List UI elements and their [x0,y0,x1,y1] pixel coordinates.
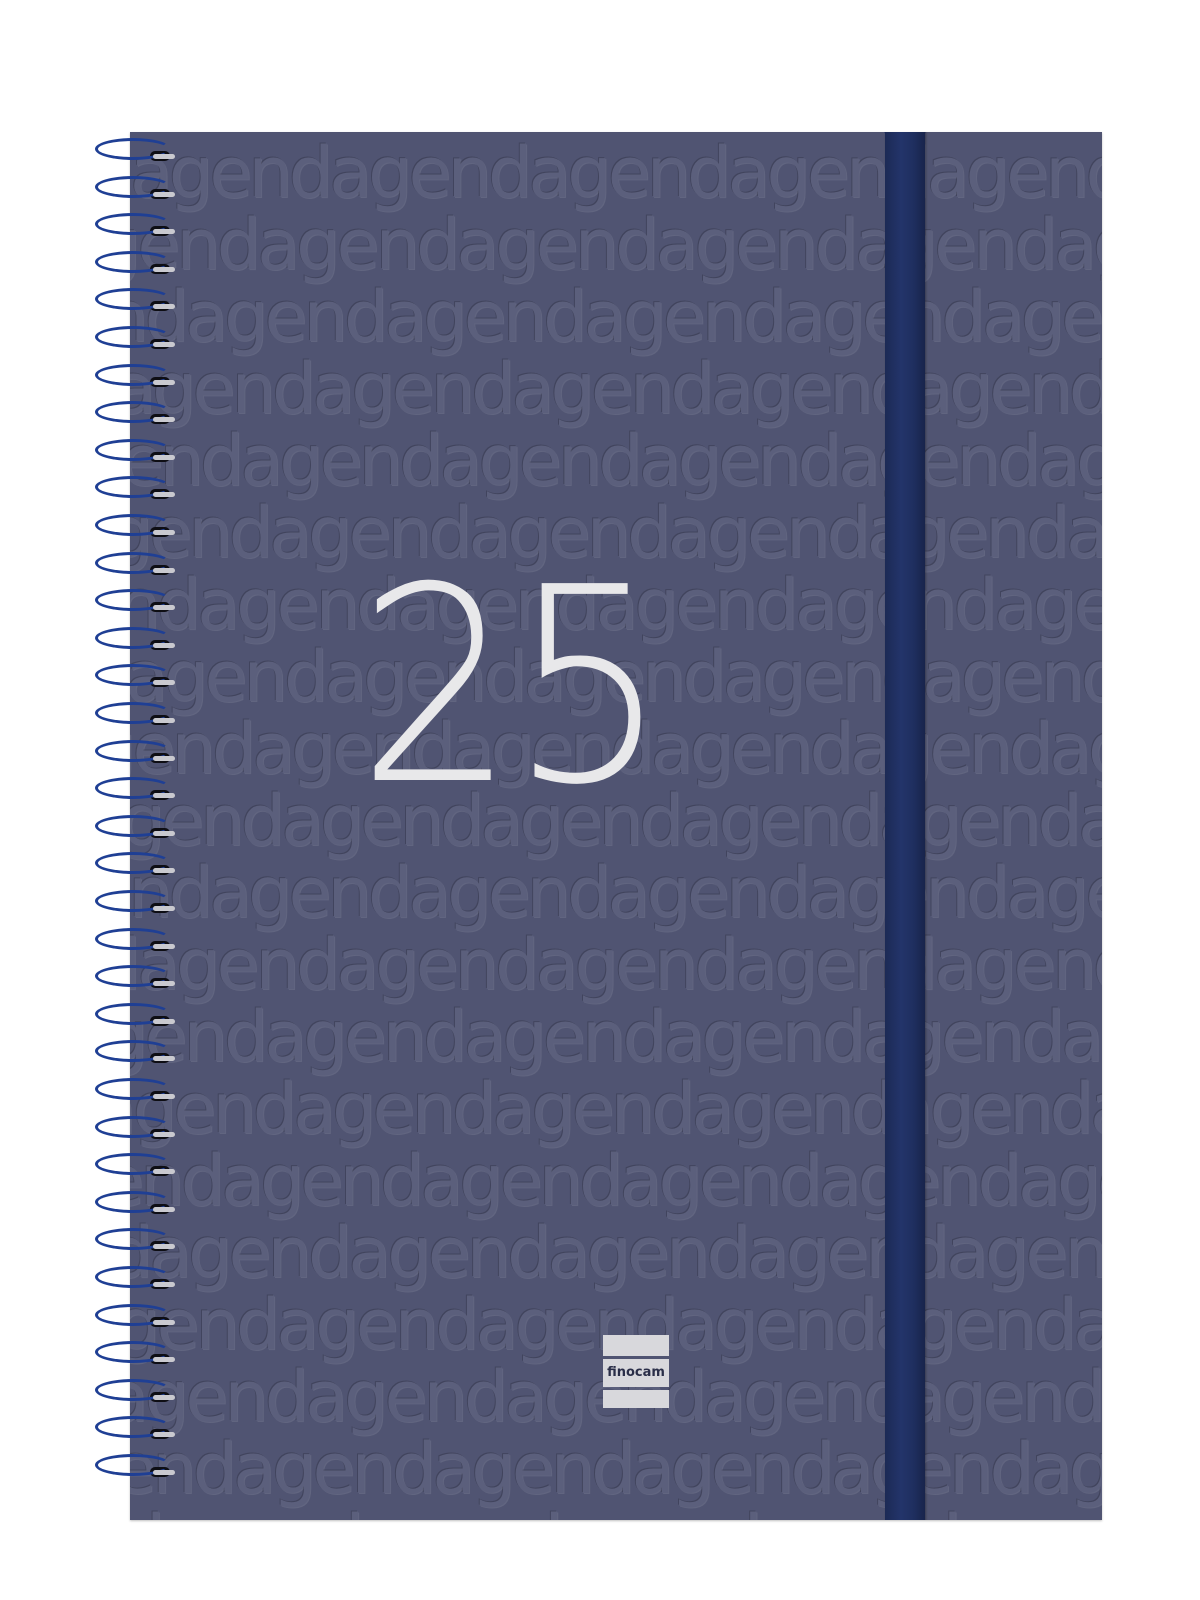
spiral-loop-tip [153,379,175,385]
spiral-loop-tip [153,718,175,723]
pattern-row: agendagendagendagendagendagendagendagend [130,348,1102,430]
spiral-loop-tip [153,492,175,498]
spiral-loop-tip [153,1206,175,1212]
spiral-loop-tip [153,1319,175,1325]
spiral-loop-tip [153,1394,175,1400]
spiral-loop-tip [153,154,175,159]
spiral-loop-tip [153,642,175,648]
logo-text: finocam [603,1359,669,1387]
spiral-loop-tip [153,1056,175,1062]
logo-bar-bottom [603,1390,669,1408]
spiral-loop-tip [153,943,175,949]
spiral-loop-tip [153,304,175,310]
spiral-loop-tip [153,191,175,197]
pattern-row: agendagendagendagendagendagendagendagend [130,1068,1102,1150]
pattern-row: agendagendagendagendagendagendagendagend [130,996,1102,1078]
spiral-loop-tip [153,530,175,535]
pattern-row: agendagendagendagendagendagendagendagend [130,1140,1102,1222]
pattern-row: agendagendagendagendagendagendagendagend [130,1506,1102,1520]
spiral-loop-tip [153,454,175,460]
spiral-loop-tip [153,266,175,272]
spiral-loop-tip [153,1357,175,1363]
pattern-row: agendagendagendagendagendagendagendagend [130,204,1102,286]
spiral-loop-tip [153,981,175,987]
spiral-loop-tip [153,1432,175,1438]
agenda-cover: agendagendagendagendagendagendagendagend… [130,132,1102,1520]
spiral-loop-tip [153,868,175,874]
pattern-row: agendagendagendagendagendagendagendagend [130,852,1102,934]
spiral-binding [95,138,175,1510]
spiral-loop-tip [153,1169,175,1175]
spiral-loop-tip [153,906,175,911]
spiral-loop-tip [153,567,175,573]
pattern-row: agendagendagendagendagendagendagendagend [130,276,1102,358]
year-number: 25 [357,529,668,844]
spiral-loop-tip [153,229,175,235]
spiral-loop-tip [153,1282,175,1287]
spiral-loop-tip [153,1094,175,1099]
pattern-row: agendagendagendagendagendagendagendagend [130,924,1102,1006]
spiral-loop-tip [153,1244,175,1250]
spiral-loop-tip [153,1018,175,1024]
spiral-loop-tip [153,830,175,836]
spiral-loop-tip [153,1131,175,1137]
spiral-loop-tip [153,342,175,347]
spiral-loop-tip [153,680,175,686]
finocam-logo: finocam [603,1335,669,1408]
pattern-row: agendagendagendagendagendagendagendagend [130,132,1102,214]
spiral-loop-tip [153,605,175,611]
pattern-row: agendagendagendagendagendagendagendagend [130,420,1102,502]
elastic-band[interactable] [885,132,925,1520]
pattern-row: agendagendagendagendagendagendagendagend [130,1212,1102,1294]
spiral-loop-tip [153,417,175,423]
pattern-row: agendagendagendagendagendagendagendagend [130,1428,1102,1510]
spiral-loop-tip [153,755,175,761]
logo-bar-top [603,1335,669,1356]
spiral-loop-tip [153,1470,175,1475]
spiral-loop-tip [153,793,175,799]
